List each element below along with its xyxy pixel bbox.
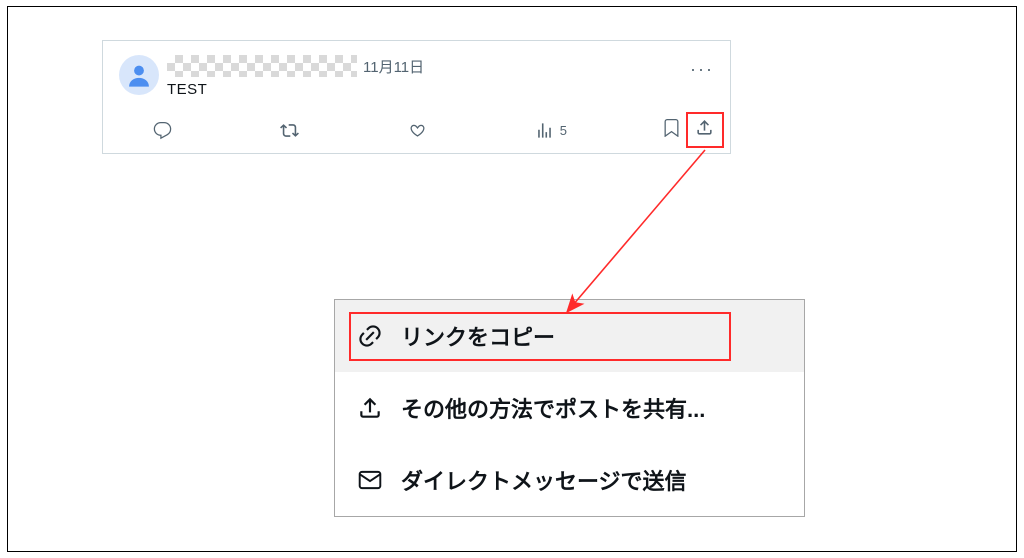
more-options-button[interactable]: ··· bbox=[690, 59, 714, 80]
reply-icon bbox=[153, 121, 172, 140]
menu-label: リンクをコピー bbox=[401, 320, 555, 352]
redacted-username bbox=[167, 55, 357, 77]
retweet-button[interactable] bbox=[280, 121, 407, 140]
menu-label: ダイレクトメッセージで送信 bbox=[401, 464, 687, 496]
share-icon bbox=[357, 395, 383, 421]
share-icon bbox=[695, 118, 714, 137]
bookmark-icon bbox=[662, 118, 681, 137]
share-menu: リンクをコピー その他の方法でポストを共有... ダイレクトメッセージで送信 bbox=[334, 299, 805, 517]
retweet-icon bbox=[280, 121, 299, 140]
menu-item-send-dm[interactable]: ダイレクトメッセージで送信 bbox=[335, 444, 804, 516]
menu-item-copy-link[interactable]: リンクをコピー bbox=[335, 300, 804, 372]
views-button[interactable]: 5 bbox=[535, 121, 662, 140]
tweet-text: TEST bbox=[167, 81, 207, 98]
mail-icon bbox=[357, 467, 383, 493]
menu-label: その他の方法でポストを共有... bbox=[401, 392, 705, 424]
like-button[interactable] bbox=[408, 121, 535, 140]
views-count: 5 bbox=[560, 123, 567, 138]
bookmark-button[interactable] bbox=[662, 118, 681, 142]
action-row: 5 bbox=[153, 115, 714, 145]
username-row: 11月11日 bbox=[167, 55, 424, 77]
share-button[interactable] bbox=[695, 118, 714, 142]
user-icon bbox=[125, 61, 153, 89]
timestamp: 11月11日 bbox=[363, 56, 424, 77]
reply-button[interactable] bbox=[153, 121, 280, 140]
heart-icon bbox=[408, 121, 427, 140]
views-icon bbox=[535, 121, 554, 140]
avatar[interactable] bbox=[119, 55, 159, 95]
menu-item-share-via[interactable]: その他の方法でポストを共有... bbox=[335, 372, 804, 444]
tweet-card: 11月11日 ··· TEST 5 bbox=[102, 40, 731, 154]
link-icon bbox=[357, 323, 383, 349]
